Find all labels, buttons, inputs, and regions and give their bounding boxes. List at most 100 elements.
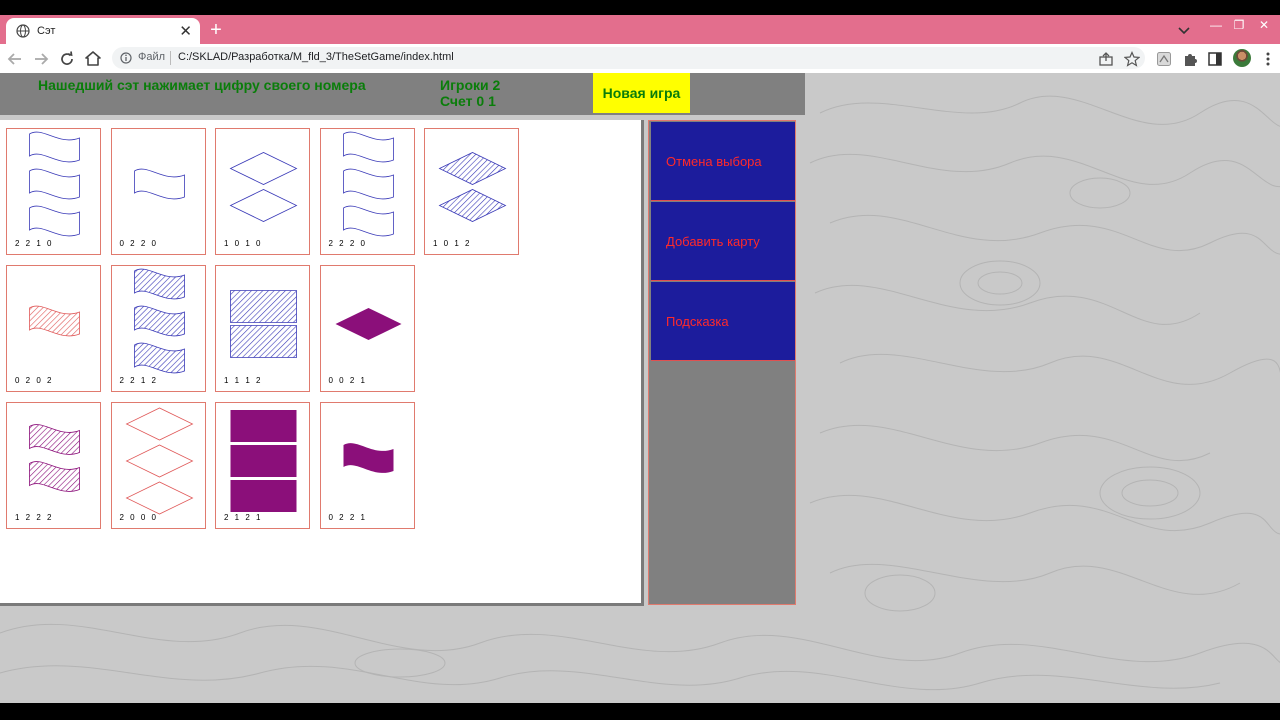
tab-close-icon[interactable]: ✕ <box>179 24 192 39</box>
card-shape-diamond <box>229 152 298 185</box>
new-tab-button[interactable]: + <box>206 19 226 41</box>
instruction-text: Нашедший сэт нажимает цифру своего номер… <box>38 77 366 93</box>
card-shape-wave <box>342 168 394 200</box>
globe-icon <box>16 24 30 38</box>
extensions-puzzle-icon[interactable] <box>1182 51 1198 67</box>
bookmark-star-icon[interactable] <box>1124 51 1140 67</box>
card-symbols <box>29 305 80 337</box>
set-card[interactable]: 0 0 2 1 <box>319 265 415 392</box>
card-code: 1 2 2 2 <box>15 513 52 522</box>
address-separator <box>170 51 171 65</box>
screen-bottom-band <box>0 703 1280 720</box>
card-shape-wave <box>133 342 185 374</box>
card-shape-rect <box>230 325 297 358</box>
card-code: 2 2 2 0 <box>328 239 365 248</box>
card-shape-diamond <box>335 308 401 340</box>
set-card[interactable]: 2 1 2 1 <box>215 402 310 529</box>
set-card[interactable]: 1 0 1 2 <box>424 128 519 255</box>
tab-title: Сэт <box>37 25 56 37</box>
screen-top-band <box>0 0 1280 15</box>
set-card[interactable]: 0 2 0 2 <box>6 265 101 392</box>
card-shape-wave <box>29 131 80 163</box>
card-board: 2 2 1 0 0 2 2 0 1 0 1 0 2 2 2 0 1 0 1 2 0 2 0… <box>0 120 644 606</box>
window-close-icon[interactable]: ✕ <box>1253 17 1275 33</box>
game-header: Нашедший сэт нажимает цифру своего номер… <box>0 73 805 115</box>
set-card[interactable]: 0 2 2 1 <box>319 402 415 529</box>
card-symbols <box>229 152 298 222</box>
minimize-icon[interactable]: — <box>1205 17 1227 33</box>
card-shape-rect <box>230 480 297 512</box>
card-shape-wave <box>133 168 185 200</box>
card-symbols <box>133 168 185 200</box>
card-symbols <box>343 443 393 473</box>
card-code: 0 2 2 1 <box>328 513 365 522</box>
card-shape-rect <box>230 290 297 323</box>
set-card[interactable]: 2 2 1 0 <box>6 128 101 255</box>
card-code: 1 1 1 2 <box>224 376 261 385</box>
card-shape-diamond <box>125 444 193 478</box>
menu-kebab-icon[interactable] <box>1260 51 1276 67</box>
back-icon[interactable] <box>6 50 24 68</box>
card-shape-wave <box>29 168 80 200</box>
players-count: Игроки 2 <box>440 77 501 93</box>
tab-search-chevron-icon[interactable] <box>1176 22 1192 38</box>
set-card[interactable]: 0 2 2 0 <box>110 128 206 255</box>
address-url[interactable]: C:/SKLAD/Разработка/M_fld_3/TheSetGame/i… <box>178 51 454 63</box>
card-symbols <box>133 268 185 374</box>
card-code: 2 0 0 0 <box>119 513 156 522</box>
players-score: Игроки 2 Счет 0 1 <box>440 77 500 109</box>
profile-avatar[interactable] <box>1233 49 1251 67</box>
card-shape-diamond <box>438 189 507 222</box>
card-code: 1 0 1 2 <box>433 239 470 248</box>
browser-tab[interactable]: Сэт ✕ <box>6 18 200 44</box>
card-code: 0 2 2 0 <box>119 239 156 248</box>
restore-icon[interactable]: ❐ <box>1228 17 1250 33</box>
share-icon[interactable] <box>1098 51 1114 67</box>
set-card[interactable]: 1 1 1 2 <box>215 265 310 392</box>
card-symbols <box>29 424 80 492</box>
cancel-selection-button[interactable]: Отмена выбора <box>651 122 795 201</box>
card-symbols <box>342 131 394 237</box>
extension-app-icon[interactable] <box>1156 51 1172 67</box>
browser-toolbar: Файл C:/SKLAD/Разработка/M_fld_3/TheSetG… <box>0 44 1280 74</box>
card-symbols <box>125 407 193 515</box>
card-shape-diamond <box>438 152 507 185</box>
hint-button[interactable]: Подсказка <box>651 282 795 361</box>
card-shape-wave <box>29 424 80 455</box>
card-shape-wave <box>342 131 394 163</box>
set-card[interactable]: 1 2 2 2 <box>6 402 101 529</box>
home-icon[interactable] <box>84 50 102 68</box>
card-shape-wave <box>29 461 80 492</box>
card-code: 2 2 1 2 <box>119 376 156 385</box>
card-shape-wave <box>342 205 394 237</box>
card-symbols <box>335 308 401 340</box>
card-symbols <box>230 290 297 358</box>
forward-icon[interactable] <box>32 50 50 68</box>
card-code: 0 0 2 1 <box>328 376 365 385</box>
address-bar[interactable]: Файл C:/SKLAD/Разработка/M_fld_3/TheSetG… <box>112 47 1145 69</box>
set-card[interactable]: 2 2 2 0 <box>319 128 415 255</box>
card-symbols <box>29 131 80 237</box>
card-shape-diamond <box>125 407 193 441</box>
card-code: 2 2 1 0 <box>15 239 52 248</box>
page-viewport: Нашедший сэт нажимает цифру своего номер… <box>0 73 1280 703</box>
new-game-button[interactable]: Новая игра <box>593 73 690 113</box>
reload-icon[interactable] <box>58 50 76 68</box>
card-shape-wave <box>29 205 80 237</box>
info-icon[interactable] <box>120 52 132 64</box>
add-card-button[interactable]: Добавить карту <box>651 202 795 281</box>
card-shape-wave <box>29 305 80 337</box>
set-card[interactable]: 1 0 1 0 <box>215 128 310 255</box>
score: Счет 0 1 <box>440 93 496 109</box>
card-symbols <box>230 410 297 512</box>
card-code: 0 2 0 2 <box>15 376 52 385</box>
set-card[interactable]: 2 0 0 0 <box>110 402 206 529</box>
card-symbols <box>438 152 507 222</box>
side-panel-icon[interactable] <box>1207 51 1223 67</box>
card-shape-diamond <box>125 481 193 515</box>
card-code: 1 0 1 0 <box>224 239 261 248</box>
card-shape-diamond <box>229 189 298 222</box>
set-card[interactable]: 2 2 1 2 <box>110 265 206 392</box>
card-code: 2 1 2 1 <box>224 513 261 522</box>
card-shape-rect <box>230 445 297 477</box>
